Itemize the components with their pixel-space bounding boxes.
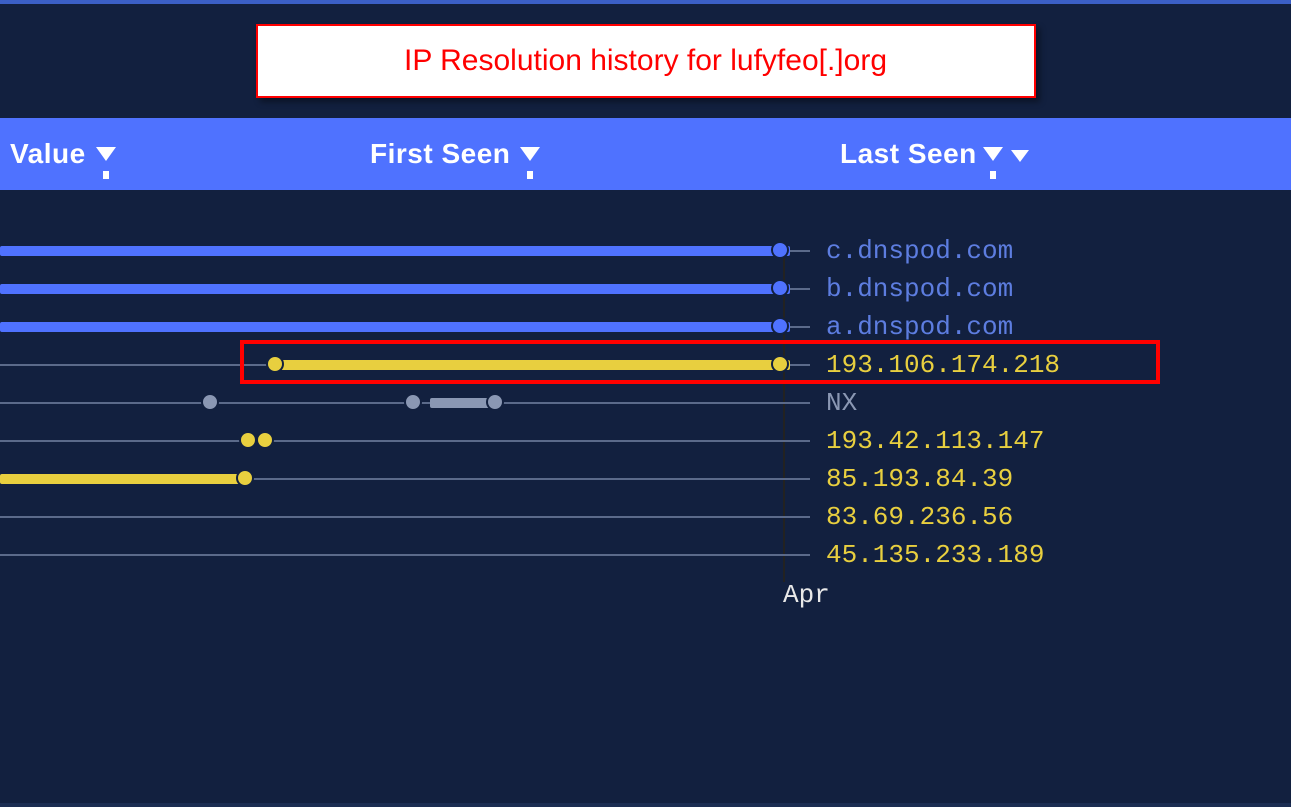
column-header-first-seen[interactable]: First Seen xyxy=(370,138,840,170)
series-label[interactable]: 193.42.113.147 xyxy=(826,426,1044,456)
series-label[interactable]: 83.69.236.56 xyxy=(826,502,1013,532)
row-connector xyxy=(790,516,810,518)
row-connector xyxy=(790,554,810,556)
title-text: IP Resolution history for lufyfeo[.]org xyxy=(404,44,887,77)
column-label: Last Seen xyxy=(840,138,977,170)
column-header-last-seen[interactable]: Last Seen xyxy=(840,138,1291,170)
sort-desc-icon[interactable] xyxy=(1011,150,1029,162)
timeline-dot[interactable] xyxy=(236,469,254,487)
series-label[interactable]: b.dnspod.com xyxy=(826,274,1013,304)
row-connector xyxy=(790,402,810,404)
title-annotation-box: IP Resolution history for lufyfeo[.]org xyxy=(256,24,1036,98)
series-label[interactable]: 85.193.84.39 xyxy=(826,464,1013,494)
timeline-chart: c.dnspod.comb.dnspod.coma.dnspod.com193.… xyxy=(0,250,1291,630)
footer-divider xyxy=(0,803,1291,807)
series-label[interactable]: c.dnspod.com xyxy=(826,236,1013,266)
timeline-dot[interactable] xyxy=(266,355,284,373)
timeline-dot[interactable] xyxy=(771,317,789,335)
timeline-dot[interactable] xyxy=(771,355,789,373)
top-divider xyxy=(0,0,1291,4)
timeline-dot[interactable] xyxy=(486,393,504,411)
timeline-row xyxy=(0,402,790,404)
timeline-bar[interactable] xyxy=(0,284,790,294)
timeline-row xyxy=(0,554,790,556)
series-label[interactable]: 193.106.174.218 xyxy=(826,350,1060,380)
row-connector xyxy=(790,288,810,290)
timeline-dot[interactable] xyxy=(771,241,789,259)
timeline-row xyxy=(0,516,790,518)
row-connector xyxy=(790,250,810,252)
filter-icon[interactable] xyxy=(520,147,540,161)
timeline-row xyxy=(0,440,790,442)
series-label[interactable]: a.dnspod.com xyxy=(826,312,1013,342)
timeline-bar[interactable] xyxy=(0,474,250,484)
timeline-bar[interactable] xyxy=(0,322,790,332)
series-label[interactable]: NX xyxy=(826,388,857,418)
timeline-dot[interactable] xyxy=(239,431,257,449)
timeline-dot[interactable] xyxy=(256,431,274,449)
table-header-row: Value First Seen Last Seen xyxy=(0,118,1291,190)
timeline-bar[interactable] xyxy=(280,360,790,370)
column-label: Value xyxy=(10,138,86,170)
timeline-dot[interactable] xyxy=(201,393,219,411)
filter-icon[interactable] xyxy=(983,147,1003,161)
timeline-area xyxy=(0,250,790,590)
series-label[interactable]: 45.135.233.189 xyxy=(826,540,1044,570)
row-connector xyxy=(790,478,810,480)
row-connector xyxy=(790,326,810,328)
row-connector xyxy=(790,440,810,442)
row-connector xyxy=(790,364,810,366)
timeline-dot[interactable] xyxy=(404,393,422,411)
filter-icon[interactable] xyxy=(96,147,116,161)
axis-tick-label: Apr xyxy=(783,580,830,610)
timeline-bar[interactable] xyxy=(0,246,790,256)
timeline-dot[interactable] xyxy=(771,279,789,297)
column-header-value[interactable]: Value xyxy=(0,138,370,170)
column-label: First Seen xyxy=(370,138,510,170)
